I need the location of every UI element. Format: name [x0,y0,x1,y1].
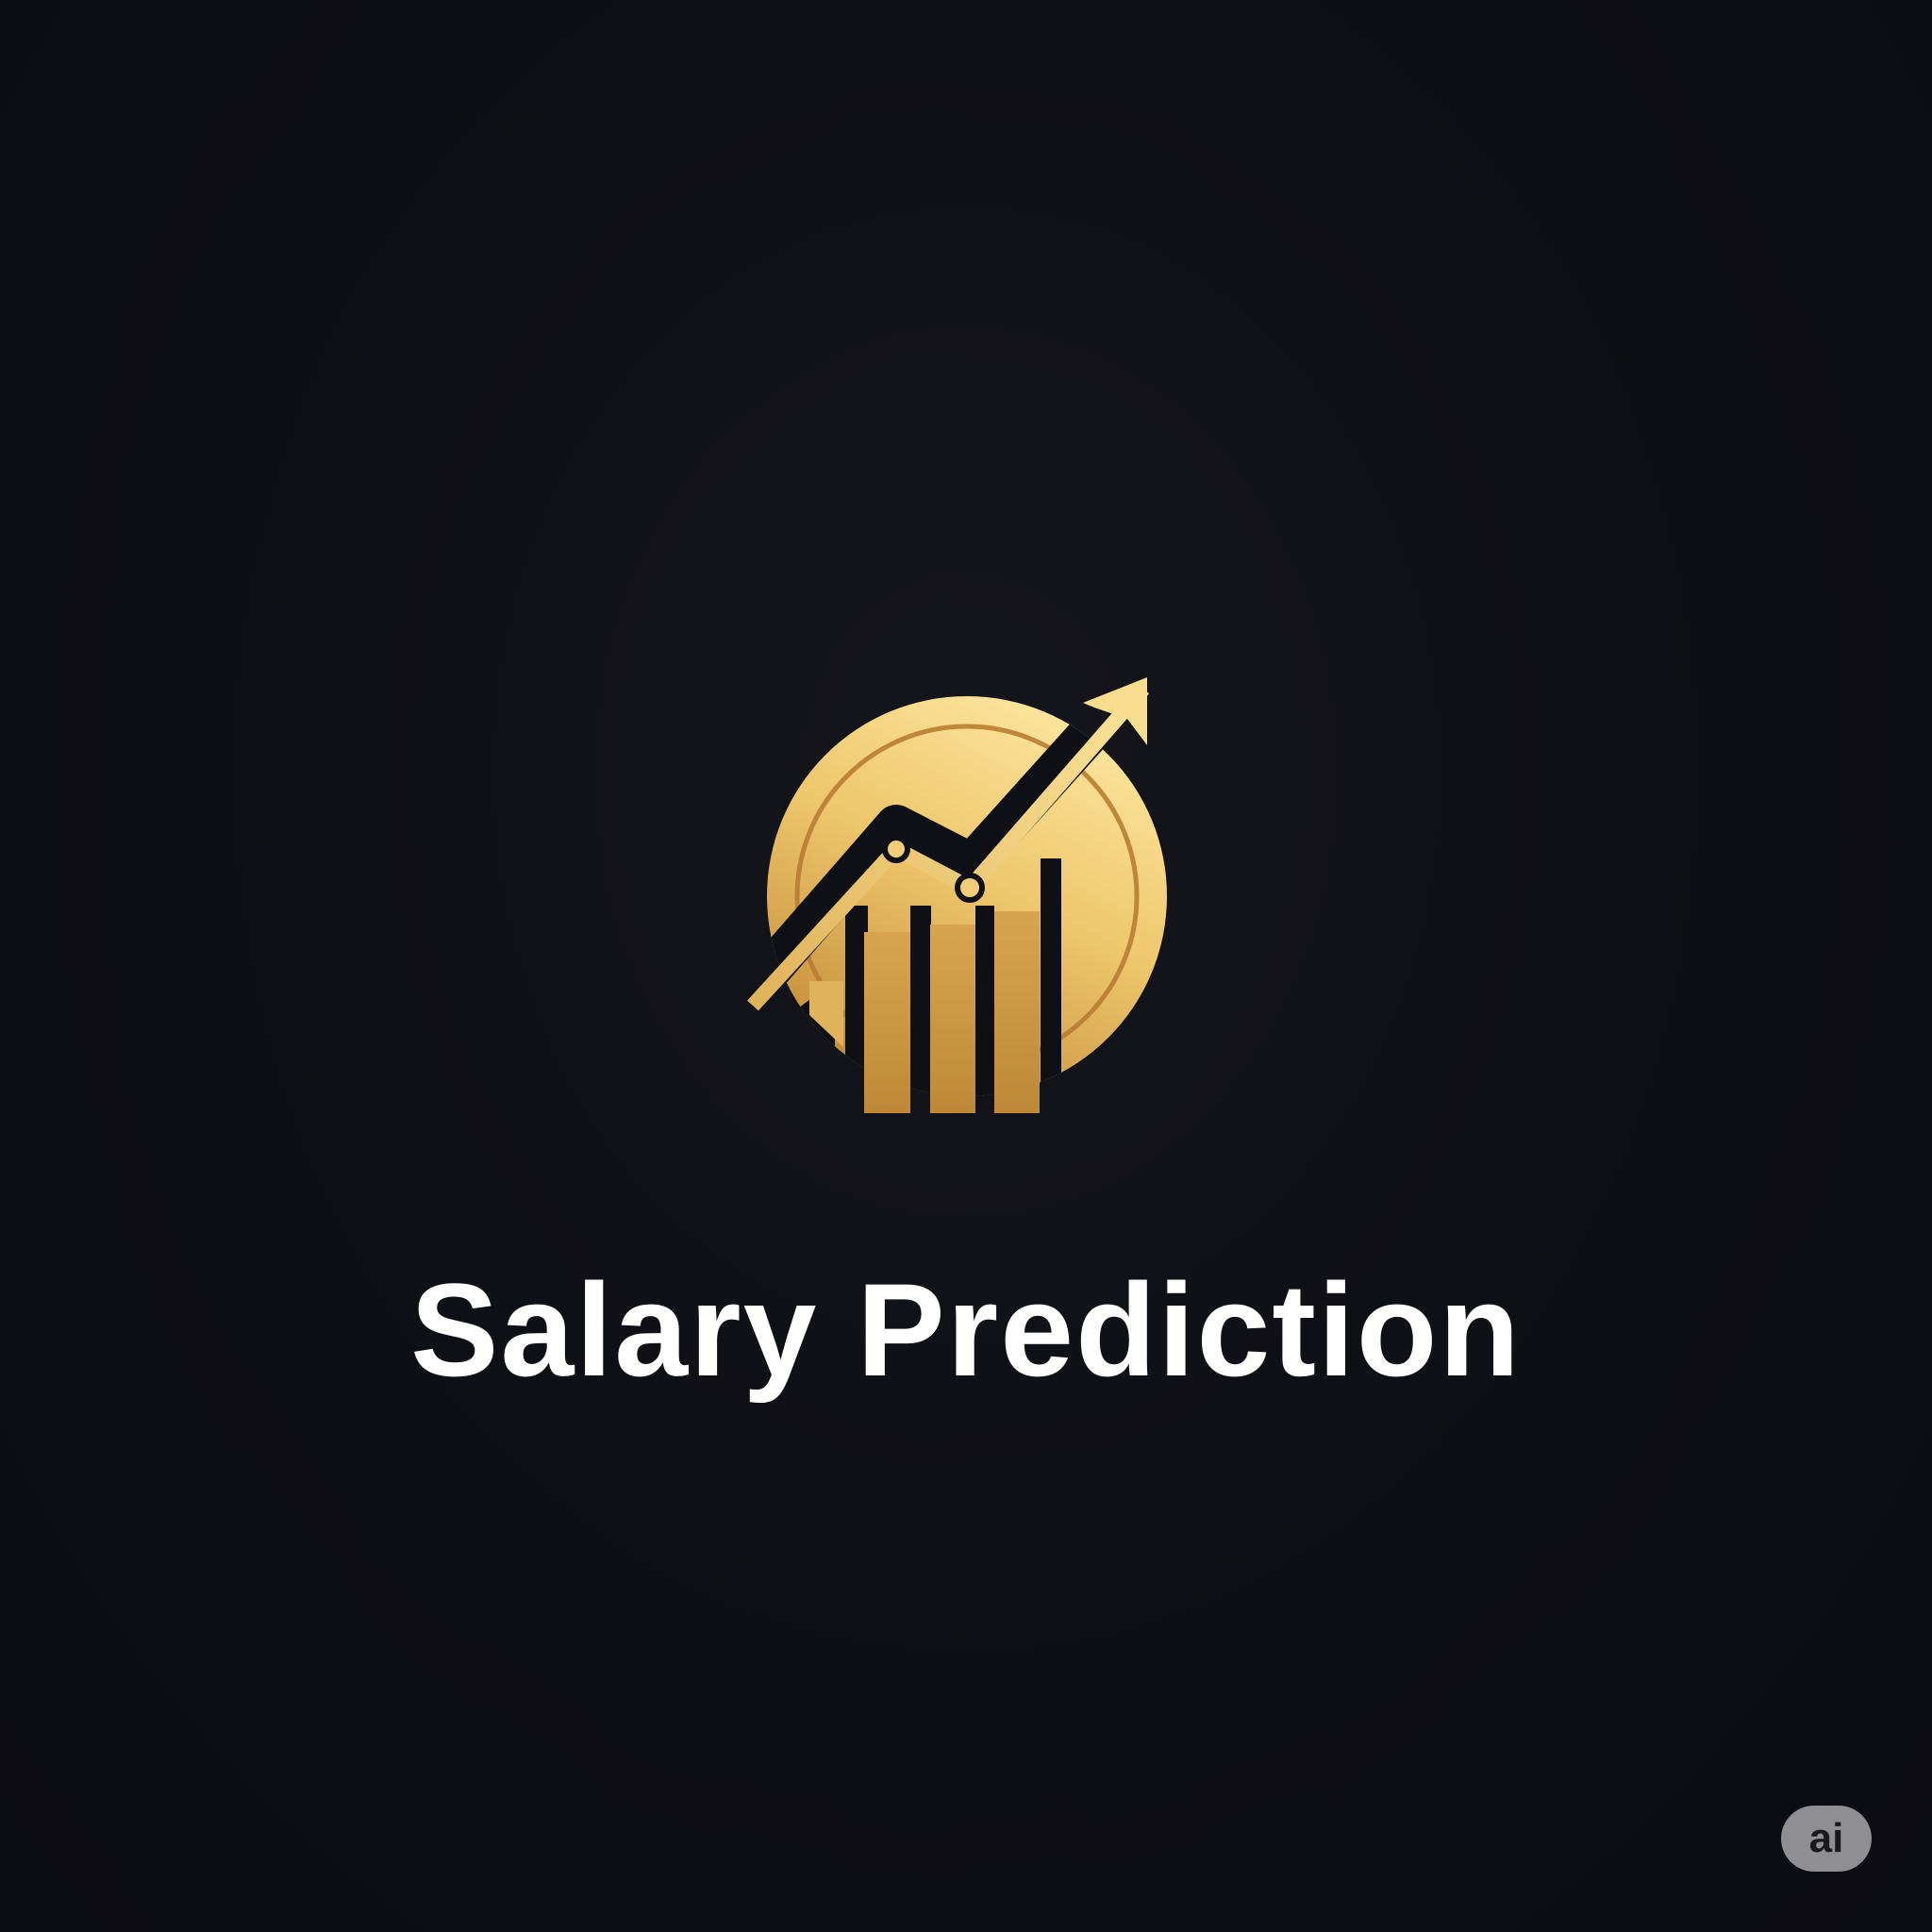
trend-point-2 [955,873,985,903]
ai-badge: ai [1781,1806,1872,1872]
coin-growth-logo-icon [745,670,1179,1113]
arrow-head [1083,677,1147,745]
bar-3 [994,911,1040,1113]
bar-2 [930,924,975,1113]
trend-point-1 [882,835,910,863]
splash-screen: Salary Prediction ai [0,0,1932,1932]
bar-1 [864,932,910,1113]
page-title: Salary Prediction [410,1256,1522,1404]
